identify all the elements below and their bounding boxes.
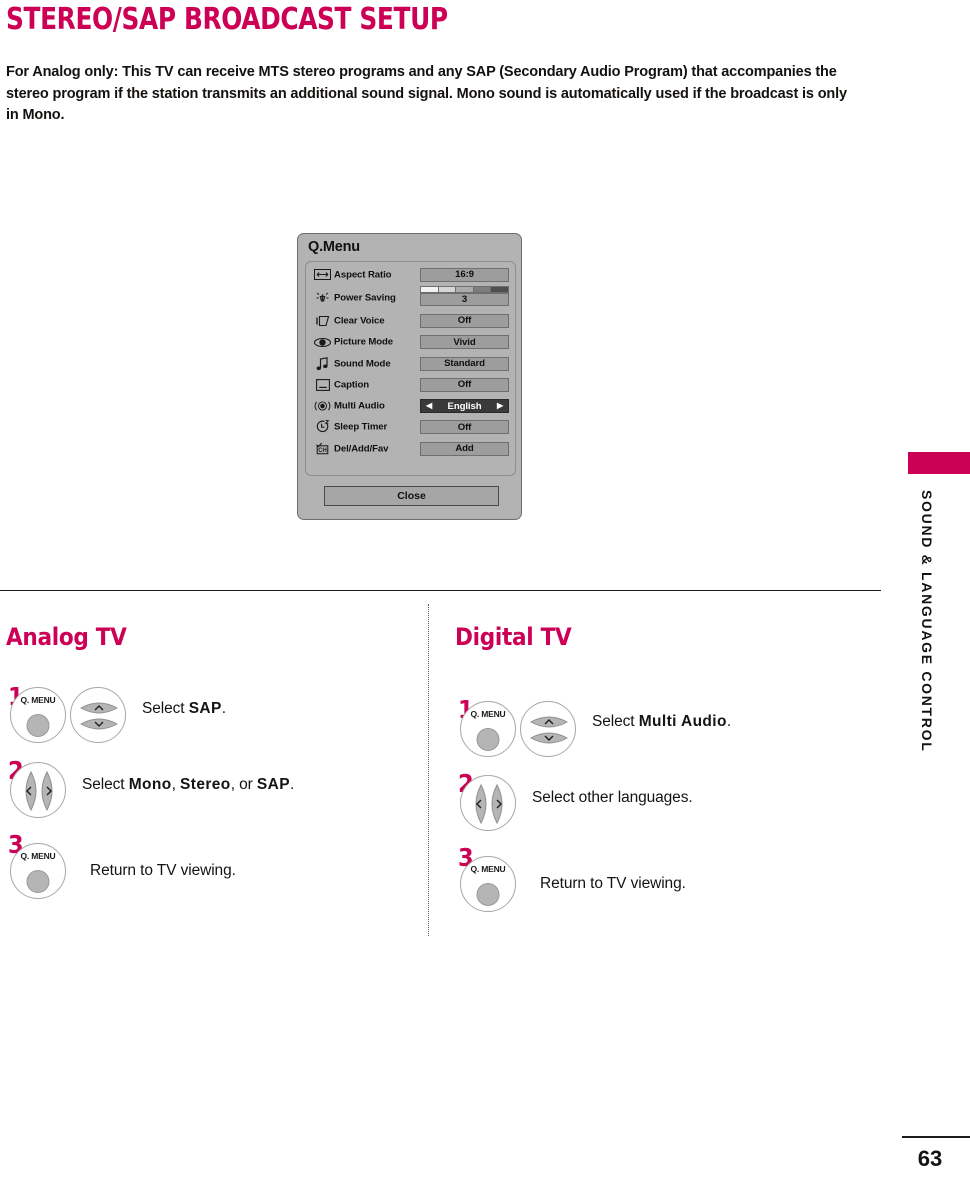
left-right-button[interactable] [460,775,516,831]
analog-tv-heading: Analog TV [6,623,127,651]
step-text-mid: , [171,776,181,793]
step-text-prefix: Select [142,700,189,717]
multi-audio-icon [314,399,331,413]
qmenu-title: Q.Menu [308,239,360,255]
step-text-bold2: Stereo [180,776,231,793]
step-text-prefix: Return to TV viewing. [90,862,236,879]
section-divider [0,590,881,591]
step-text-suffix: . [289,776,295,793]
qmenu-rows: Aspect Ratio 16:9 Power Saving 3 Clear V… [305,261,516,476]
step-instruction: Select Multi Audio. [592,713,731,731]
qmenu-value: English [447,400,482,412]
up-down-arrows-icon [79,702,119,730]
column-divider [428,604,430,936]
q-menu-button-label: Q. MENU [20,851,56,861]
step-text-bold3: SAP [256,776,290,793]
up-down-arrows-icon [529,716,569,744]
qmenu-label: Sound Mode [334,358,391,370]
q-menu-button-cap [26,714,50,737]
step-text-mid2: , or [230,776,257,793]
qmenu-value[interactable]: Standard [420,356,509,371]
left-right-arrows-icon [475,783,503,825]
step-instruction: Select other languages. [532,789,693,807]
step-text-prefix: Select other languages. [532,789,693,806]
up-down-button[interactable] [520,701,576,757]
q-menu-button-cap [476,728,500,751]
step-text-bold: SAP [188,700,222,717]
step-text-prefix: Select [592,713,639,730]
step-instruction: Return to TV viewing. [90,862,236,880]
qmenu-label: Multi Audio [334,400,385,412]
intro-paragraph: For Analog only: This TV can receive MTS… [6,64,847,123]
qmenu-value[interactable]: Off [420,313,509,328]
del-add-fav-icon: CH [314,442,331,456]
qmenu-row-clear-voice[interactable]: Clear Voice Off [306,310,517,331]
q-menu-button-cap [476,883,500,906]
qmenu-label: Del/Add/Fav [334,443,389,455]
sound-mode-icon [314,356,331,371]
qmenu-label: Clear Voice [334,315,385,327]
section-side-label: SOUND & LANGUAGE CONTROL [919,490,935,753]
step-text-bold: Mono [128,776,172,793]
qmenu-value-selected[interactable]: ◀ English ▶ [420,399,509,414]
q-menu-button[interactable]: Q. MENU [10,843,66,899]
q-menu-button[interactable]: Q. MENU [460,856,516,912]
power-saving-icon [314,291,331,305]
qmenu-row-aspect-ratio[interactable]: Aspect Ratio 16:9 [306,264,517,285]
qmenu-value[interactable]: Vivid [420,335,509,350]
q-menu-button[interactable]: Q. MENU [10,687,66,743]
qmenu-label: Aspect Ratio [334,269,392,281]
step-text-suffix: . [221,700,226,717]
qmenu-row-sleep-timer[interactable]: Sleep Timer Off [306,417,517,438]
qmenu-value[interactable]: Add [420,441,509,456]
step-instruction: Return to TV viewing. [540,875,686,893]
q-menu-button-label: Q. MENU [470,864,506,874]
up-down-button[interactable] [70,687,126,743]
qmenu-label: Picture Mode [334,336,394,348]
qmenu-value[interactable]: Off [420,420,509,435]
sleep-timer-icon [314,420,331,434]
digital-tv-heading: Digital TV [455,623,572,651]
qmenu-row-del-add-fav[interactable]: CH Del/Add/Fav Add [306,438,517,459]
aspect-ratio-icon [314,268,331,282]
qmenu-label: Caption [334,379,370,391]
left-right-button[interactable] [10,762,66,818]
q-menu-button-cap [26,870,50,893]
q-menu-button-label: Q. MENU [470,709,506,719]
step-text-suffix: . [726,713,732,730]
qmenu-close-button[interactable]: Close [324,486,499,506]
step-instruction: Select Mono, Stereo, or SAP. [82,776,294,794]
page-number: 63 [917,1146,943,1171]
qmenu-label: Sleep Timer [334,421,388,433]
qmenu-row-multi-audio[interactable]: Multi Audio ◀ English ▶ [306,396,517,417]
qmenu-row-picture-mode[interactable]: Picture Mode Vivid [306,332,517,353]
qmenu-row-power-saving[interactable]: Power Saving 3 [306,285,517,310]
arrow-right-icon[interactable]: ▶ [497,402,503,410]
power-saving-level-bar [420,286,509,294]
qmenu-value[interactable]: 3 [420,293,509,307]
section-tab-marker [908,452,970,474]
qmenu-value[interactable]: Off [420,377,509,392]
step-instruction: Select SAP. [142,700,226,718]
q-menu-button-label: Q. MENU [20,695,56,705]
qmenu-row-sound-mode[interactable]: Sound Mode Standard [306,353,517,374]
page-title: STEREO/SAP BROADCAST SETUP [6,2,448,37]
step-text-prefix: Return to TV viewing. [540,875,686,892]
qmenu-value[interactable]: 16:9 [420,267,509,282]
qmenu-label: Power Saving [334,292,396,304]
q-menu-button[interactable]: Q. MENU [460,701,516,757]
qmenu-row-caption[interactable]: Caption Off [306,374,517,395]
caption-icon [314,378,331,392]
step-text-bold: Multi Audio [638,713,727,730]
step-text-prefix: Select [82,776,129,793]
footer-divider [902,1136,970,1138]
left-right-arrows-icon [25,770,53,812]
clear-voice-icon [314,314,331,328]
svg-text:CH: CH [318,448,327,454]
picture-mode-icon [314,335,331,349]
qmenu-dialog: Q.Menu Aspect Ratio 16:9 Power Saving 3 [297,233,522,520]
